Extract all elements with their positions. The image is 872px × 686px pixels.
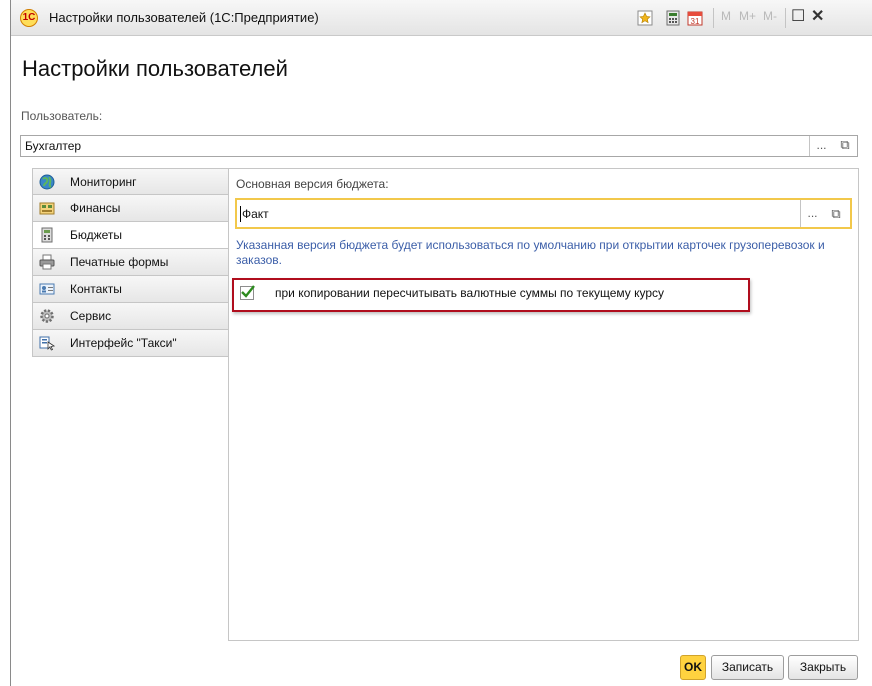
toolbar-separator: [785, 8, 786, 28]
sidebar-item-taxi-interface[interactable]: Интерфейс "Такси": [32, 330, 229, 357]
sidebar-item-label: Контакты: [70, 282, 122, 296]
app-logo: 1С: [20, 9, 38, 27]
user-input-value: Бухгалтер: [25, 139, 82, 153]
calendar-day: 31: [691, 17, 700, 26]
calculator-icon[interactable]: [665, 10, 681, 26]
budget-hint-text: Указанная версия бюджета будет использов…: [236, 238, 825, 267]
calendar-icon[interactable]: 31: [687, 10, 703, 26]
window-title: Настройки пользователей (1С:Предприятие): [49, 10, 319, 25]
sidebar-item-monitoring[interactable]: Мониторинг: [32, 168, 229, 195]
sidebar-item-service[interactable]: Сервис: [32, 303, 229, 330]
close-button[interactable]: Закрыть: [788, 655, 858, 680]
maximize-icon[interactable]: ☐: [791, 8, 805, 26]
page-title: Настройки пользователей: [22, 56, 288, 81]
user-choose-button[interactable]: ...: [809, 136, 833, 156]
printer-icon: [39, 254, 55, 270]
budget-version-input[interactable]: Факт ... ⧉: [235, 198, 852, 229]
ok-button[interactable]: OK: [680, 655, 706, 680]
open-window-icon[interactable]: ⧉: [833, 136, 857, 156]
toolbar-separator: [713, 8, 714, 28]
close-icon[interactable]: ✕: [811, 8, 824, 26]
globe-icon: [39, 174, 55, 190]
sidebar-item-label: Финансы: [70, 201, 121, 215]
recalc-currency-label: при копировании пересчитывать валютные с…: [275, 286, 665, 300]
memory-plus-button[interactable]: M+: [739, 9, 756, 23]
open-window-icon[interactable]: ⧉: [824, 200, 848, 227]
sidebar-item-label: Мониторинг: [70, 175, 137, 189]
budget-version-value: Факт: [242, 207, 269, 221]
budget-version-label: Основная версия бюджета:: [236, 177, 389, 191]
user-field-label: Пользователь:: [21, 109, 103, 123]
save-button[interactable]: Записать: [711, 655, 784, 680]
calculator-icon: [39, 227, 55, 243]
gear-icon: [39, 308, 55, 324]
sidebar-item-contacts[interactable]: Контакты: [32, 276, 229, 303]
sidebar-item-label: Бюджеты: [70, 228, 123, 242]
bookmark-icon[interactable]: [637, 10, 653, 26]
budget-choose-button[interactable]: ...: [800, 200, 824, 227]
sidebar-item-label: Сервис: [70, 309, 112, 323]
memory-m-button[interactable]: M: [721, 9, 731, 23]
sidebar-item-print-forms[interactable]: Печатные формы: [32, 249, 229, 276]
sidebar-item-finance[interactable]: Финансы: [32, 195, 229, 222]
memory-minus-button[interactable]: M-: [763, 9, 777, 23]
recalc-currency-checkbox[interactable]: [240, 285, 255, 300]
interface-icon: [39, 335, 56, 351]
finance-icon: [39, 200, 55, 216]
sidebar-item-budgets[interactable]: Бюджеты: [32, 222, 229, 249]
sidebar-item-label: Интерфейс "Такси": [70, 336, 177, 350]
title-bar: 1С Настройки пользователей (1С:Предприят…: [11, 0, 872, 36]
user-input[interactable]: Бухгалтер ... ⧉: [20, 135, 858, 157]
settings-sidebar: Мониторинг Финансы Бюджеты Печатные форм…: [32, 168, 229, 357]
sidebar-item-label: Печатные формы: [70, 255, 169, 269]
contact-card-icon: [39, 281, 55, 297]
checkmark-icon: [241, 285, 255, 298]
text-caret: [240, 206, 241, 222]
